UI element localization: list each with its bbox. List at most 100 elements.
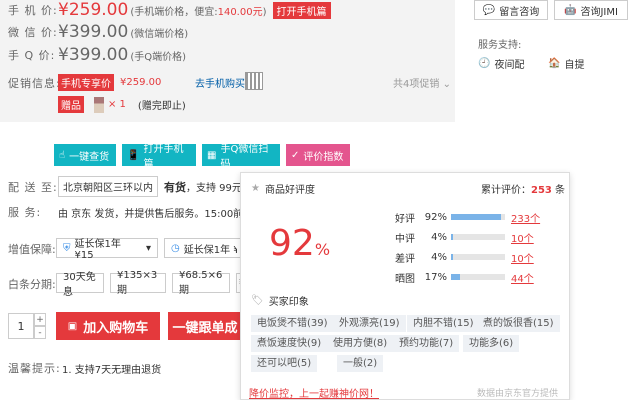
gift-image-icon[interactable] bbox=[94, 96, 104, 113]
installment-label: 白条分期: bbox=[8, 278, 56, 291]
cart-icon: ▣ bbox=[67, 320, 78, 332]
qq-price-label: 手 Q 价: bbox=[8, 49, 56, 62]
phone-save-amount: 140.00元 bbox=[217, 6, 263, 18]
qq-price-note: (手Q端价格) bbox=[130, 51, 186, 63]
promo-tag: 手机专享价 bbox=[58, 74, 114, 91]
follow-order-button[interactable]: 一键跟单成 bbox=[168, 312, 242, 340]
chevron-down-icon: ⌄ bbox=[442, 79, 451, 90]
rating-pct: 4% bbox=[431, 251, 447, 263]
impression-tag[interactable]: 预约功能(7) bbox=[393, 335, 460, 352]
rating-count-link[interactable]: 10个 bbox=[511, 230, 534, 245]
impression-tag[interactable]: 一般(2) bbox=[337, 355, 384, 372]
tip-label: 温馨提示: bbox=[8, 362, 61, 375]
impression-tag[interactable]: 还可以吧(5) bbox=[251, 355, 318, 372]
total-count: 253 bbox=[531, 185, 552, 196]
score-value: 92 bbox=[269, 223, 315, 264]
service-row: 服 务: 由 京东 发货，并提供售后服务。15:00前完成 bbox=[8, 204, 263, 220]
open-phone-button[interactable]: 📱 打开手机篇 bbox=[122, 144, 196, 170]
phone-price: ¥259.00 bbox=[58, 0, 129, 20]
to-phone-link[interactable]: 去手机购买 bbox=[195, 75, 245, 90]
impression-tag[interactable]: 外观漂亮(19) bbox=[333, 315, 406, 332]
chevron-down-icon: ▾ bbox=[145, 242, 151, 254]
score-unit: % bbox=[314, 240, 331, 259]
impression-tag[interactable]: 内胆不错(15) bbox=[407, 315, 480, 332]
wechat-price-label: 微 信 价: bbox=[8, 26, 58, 39]
stock-note: ，支持 99元 bbox=[186, 183, 242, 194]
promo-row: 促销信息: 手机专享价 ¥259.00 去手机购买 bbox=[8, 74, 245, 91]
wechat-price-note: (微信端价格) bbox=[130, 28, 189, 40]
clock-icon: 🕘 bbox=[478, 58, 491, 69]
consult-label: 留言咨询 bbox=[499, 6, 540, 18]
gift-row: 赠品 × 1 (赠完即止) bbox=[58, 96, 186, 113]
rating-rows: 好评 92% 233个 中评 4% 10个 差评 4% 10个 晒图 17% 44个 bbox=[395, 209, 565, 289]
promo-price: ¥259.00 bbox=[120, 77, 162, 88]
warranty-option-1[interactable]: ⛨ 延长保1年 ¥15 ▾ bbox=[56, 238, 158, 261]
service-text: 由 京东 发货，并提供售后服务。15:00前完成 bbox=[58, 208, 264, 220]
phone-icon: 📱 bbox=[127, 149, 140, 161]
warranty-label: 增值保障: bbox=[8, 243, 56, 256]
installment-option-1[interactable]: 30天免息 bbox=[56, 272, 104, 298]
qr-code-icon[interactable] bbox=[245, 72, 263, 90]
phone-price-note: (手机端价格，便宜:140.00元) bbox=[130, 6, 267, 18]
open-phone-link[interactable]: 打开手机篇 bbox=[272, 1, 331, 19]
service-support-label: 服务支持: bbox=[478, 40, 522, 51]
promo-count[interactable]: 共4项促销 ⌄ bbox=[393, 75, 451, 90]
clock-icon: ◷ bbox=[171, 242, 180, 254]
warranty-option-2[interactable]: ◷延长保1年 ¥8 bbox=[164, 238, 244, 258]
shield-icon: ⛨ bbox=[63, 242, 71, 254]
impression-tag[interactable]: 煮的饭很香(15) bbox=[477, 315, 560, 332]
rating-row: 好评 92% 233个 bbox=[395, 209, 565, 225]
wechat-scan-button[interactable]: ▦ 手Q微信扫码 bbox=[202, 144, 280, 170]
installment-option-3[interactable]: ¥68.5×6期 bbox=[172, 270, 230, 296]
one-click-check-button[interactable]: ☝ 一键查货 bbox=[54, 144, 116, 166]
self-pickup[interactable]: 🏠 自提 bbox=[548, 56, 584, 71]
qq-price-row: 手 Q 价: ¥399.00 (手Q端价格) bbox=[8, 45, 186, 65]
pickup-icon: 🏠 bbox=[548, 58, 561, 69]
rating-bar-fill bbox=[451, 274, 461, 280]
quantity-input[interactable]: 1 bbox=[8, 313, 34, 339]
rating-row: 晒图 17% 44个 bbox=[395, 269, 565, 285]
consult-button[interactable]: 💬 留言咨询 bbox=[474, 0, 548, 20]
quantity-plus-button[interactable]: + bbox=[34, 313, 46, 326]
qr-scan-icon: ▦ bbox=[207, 149, 217, 161]
rating-count-link[interactable]: 233个 bbox=[511, 210, 540, 225]
rating-bar bbox=[451, 234, 505, 240]
night-delivery[interactable]: 🕘 夜间配 bbox=[478, 56, 524, 71]
quantity-minus-button[interactable]: - bbox=[34, 326, 46, 339]
rating-pct: 92% bbox=[424, 211, 447, 223]
price-watch-link[interactable]: 降价监控，上一起赚神价网！ bbox=[249, 385, 379, 400]
rating-bar bbox=[451, 274, 505, 280]
add-to-cart-button[interactable]: ▣ 加入购物车 bbox=[56, 312, 160, 340]
tip-row: 温馨提示: 1. 支持7天无理由退货 bbox=[8, 360, 161, 376]
jimi-button[interactable]: 🤖 咨询JIMI bbox=[554, 0, 628, 20]
qq-price: ¥399.00 bbox=[58, 45, 129, 65]
phone-price-label: 手 机 价: bbox=[8, 4, 58, 17]
rating-pct: 17% bbox=[424, 271, 447, 283]
robot-icon: 🤖 bbox=[564, 4, 577, 16]
phone-price-row: 手 机 价: ¥259.00 (手机端价格，便宜:140.00元) 打开手机篇 bbox=[8, 0, 331, 20]
total-reviews: 累计评价：253 条 bbox=[481, 185, 566, 196]
impression-tag[interactable]: 功能多(6) bbox=[463, 335, 520, 352]
delivery-row: 配 送 至: 北京朝阳区三环以内 有货 ，支持 99元 bbox=[8, 176, 242, 197]
impression-tag[interactable]: 电饭煲不错(39) bbox=[251, 315, 334, 332]
installment-option-2[interactable]: ¥135×3期 bbox=[110, 270, 166, 296]
rating-count-link[interactable]: 44个 bbox=[511, 270, 534, 285]
promo-label: 促销信息: bbox=[8, 76, 61, 90]
rating-bar bbox=[451, 214, 505, 220]
gift-qty: × 1 bbox=[108, 99, 126, 110]
tag-icon: 🏷 bbox=[251, 295, 264, 306]
impression-tag[interactable]: 使用方便(8) bbox=[327, 335, 394, 352]
delivery-label: 配 送 至: bbox=[8, 180, 58, 194]
impression-title: 🏷 买家印象 bbox=[251, 295, 309, 308]
wechat-price: ¥399.00 bbox=[58, 22, 129, 42]
star-icon: ★ bbox=[251, 183, 260, 194]
stock-status: 有货 bbox=[164, 180, 186, 194]
address-select[interactable]: 北京朝阳区三环以内 bbox=[58, 176, 158, 197]
wechat-price-row: 微 信 价: ¥399.00 (微信端价格) bbox=[8, 22, 188, 42]
rating-label: 差评 bbox=[395, 253, 415, 265]
rating-label: 晒图 bbox=[395, 273, 415, 285]
chat-icon: 💬 bbox=[482, 4, 496, 16]
rating-index-button[interactable]: ✓ 评价指数 bbox=[286, 144, 350, 166]
rating-count-link[interactable]: 10个 bbox=[511, 250, 534, 265]
impression-tag[interactable]: 煮饭速度快(9) bbox=[251, 335, 328, 352]
